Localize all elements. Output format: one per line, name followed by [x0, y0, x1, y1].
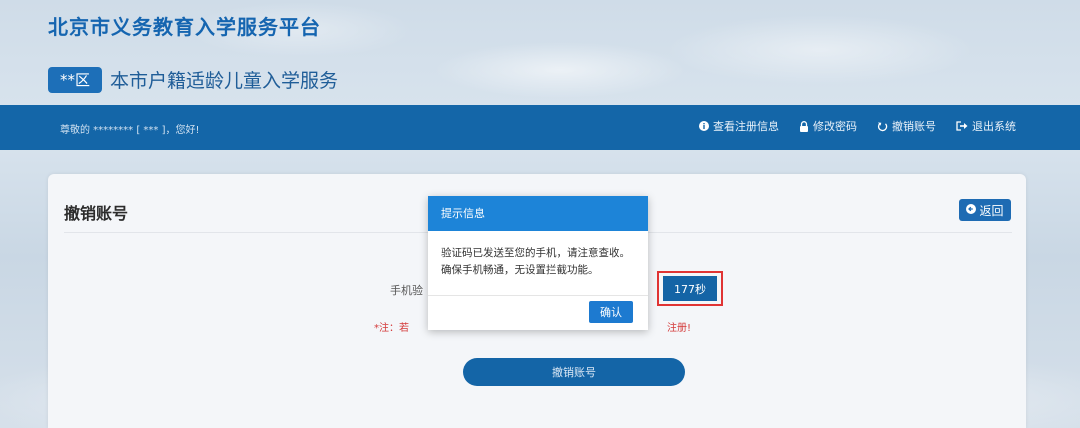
nav-change-password[interactable]: 修改密码 [799, 118, 857, 134]
dialog-footer: 确认 [428, 295, 648, 330]
confirm-button[interactable]: 确认 [589, 301, 633, 323]
dialog-message-line1: 验证码已发送至您的手机，请注意查收。 [441, 247, 630, 259]
arrow-left-icon [966, 203, 977, 217]
lock-icon [799, 120, 809, 132]
user-greeting: 尊敬的 ******** [ *** ]，您好! [60, 125, 200, 136]
nav-logout[interactable]: 退出系统 [956, 118, 1016, 134]
back-label: 返回 [979, 203, 1004, 218]
page-title: 撤销账号 [64, 204, 129, 223]
info-icon [699, 121, 709, 131]
dialog-body: 验证码已发送至您的手机，请注意查收。 确保手机畅通，无设置拦截功能。 [428, 231, 648, 294]
nav-link-label: 修改密码 [813, 120, 857, 133]
district-badge: **区 [48, 67, 103, 93]
note-text-end: 注册! [667, 323, 692, 334]
cancel-account-button[interactable]: 撤销账号 [463, 358, 685, 386]
info-dialog: 提示信息 验证码已发送至您的手机，请注意查收。 确保手机畅通，无设置拦截功能。 … [428, 196, 648, 330]
logout-icon [956, 121, 968, 131]
undo-icon [877, 121, 888, 132]
countdown-button[interactable]: 177秒 [663, 276, 717, 301]
back-button[interactable]: 返回 [959, 199, 1011, 221]
service-title: 本市户籍适龄儿童入学服务 [110, 70, 339, 92]
nav-links: 查看注册信息 修改密码 撤销账号 退出系统 [699, 118, 1016, 134]
nav-cancel-account[interactable]: 撤销账号 [877, 118, 936, 134]
top-navbar: 尊敬的 ******** [ *** ]，您好! 查看注册信息 修改密码 撤销账… [0, 105, 1080, 150]
dialog-title: 提示信息 [428, 196, 648, 231]
countdown-highlight: 177秒 [657, 271, 723, 306]
nav-link-label: 撤销账号 [892, 120, 936, 133]
nav-view-registration[interactable]: 查看注册信息 [699, 118, 779, 134]
platform-title: 北京市义务教育入学服务平台 [48, 15, 321, 39]
phone-verify-label: 手机验 [390, 284, 423, 297]
nav-link-label: 查看注册信息 [713, 120, 779, 133]
note-text: *注：若 [374, 323, 409, 334]
dialog-message-line2: 确保手机畅通，无设置拦截功能。 [441, 264, 599, 276]
nav-link-label: 退出系统 [972, 120, 1016, 133]
